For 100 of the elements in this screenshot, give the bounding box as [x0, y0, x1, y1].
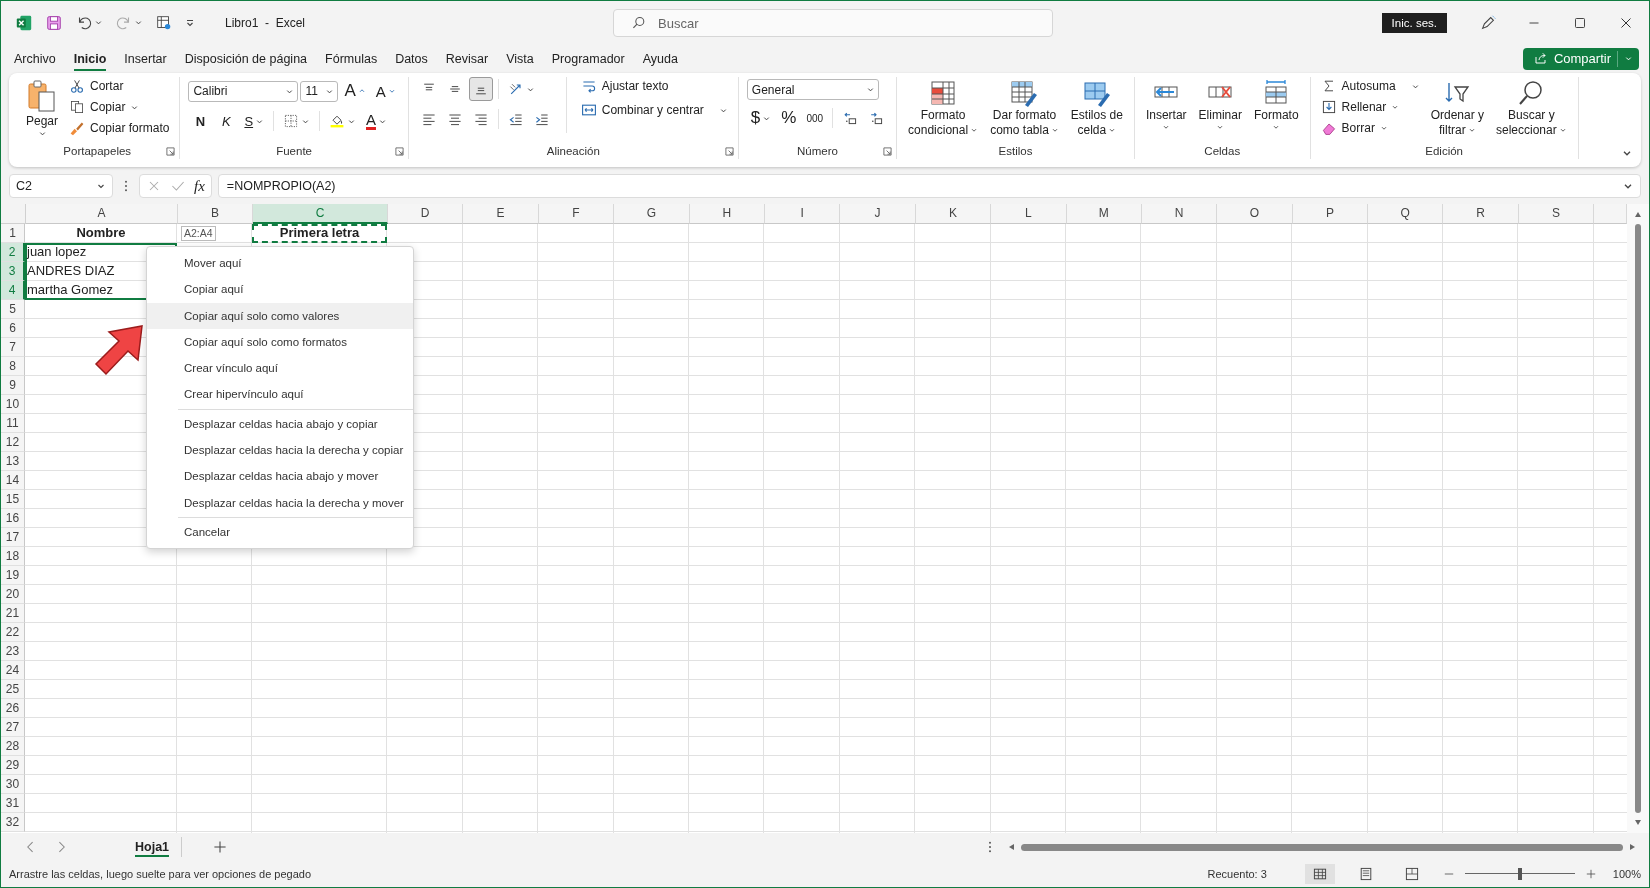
- menu-item[interactable]: Crear vínculo aquí: [147, 355, 413, 382]
- row-header[interactable]: 10: [1, 395, 25, 414]
- style-button[interactable]: Estilos de celda: [1067, 77, 1126, 139]
- row-header[interactable]: 8: [1, 357, 25, 376]
- row-header[interactable]: 2: [1, 243, 25, 262]
- ribbon-tab[interactable]: Insertar: [115, 46, 176, 71]
- row-header[interactable]: 9: [1, 376, 25, 395]
- column-header[interactable]: B: [178, 204, 253, 224]
- menu-item[interactable]: Copiar aquí solo como formatos: [147, 328, 413, 356]
- column-header[interactable]: C: [253, 204, 388, 224]
- row-header[interactable]: 4: [1, 281, 25, 300]
- bold-button[interactable]: N: [188, 109, 213, 133]
- clear-button[interactable]: Borrar: [1318, 119, 1422, 137]
- dialog-launcher-icon[interactable]: [724, 146, 734, 156]
- ribbon-tab[interactable]: Disposición de página: [175, 46, 317, 71]
- percent-button[interactable]: %: [777, 106, 801, 130]
- align-bottom-button[interactable]: [468, 77, 493, 101]
- row-header[interactable]: 23: [1, 642, 25, 661]
- column-header[interactable]: L: [991, 204, 1067, 224]
- menu-item[interactable]: Cancelar: [147, 518, 413, 546]
- row-header[interactable]: 21: [1, 604, 25, 623]
- ribbon-tab[interactable]: Datos: [386, 46, 437, 71]
- dialog-launcher-icon[interactable]: [166, 146, 176, 156]
- currency-button[interactable]: $: [746, 106, 776, 130]
- cells-button[interactable]: Insertar: [1142, 77, 1190, 133]
- row-header[interactable]: 16: [1, 509, 25, 528]
- row-header[interactable]: 31: [1, 794, 25, 813]
- column-header[interactable]: R: [1443, 204, 1519, 224]
- zoom-in-icon[interactable]: [1584, 868, 1597, 880]
- menu-item[interactable]: Desplazar celdas hacia abajo y mover: [147, 463, 413, 490]
- font-color-button[interactable]: A: [362, 109, 392, 133]
- menu-item[interactable]: Crear hipervínculo aquí: [147, 381, 413, 408]
- cells-button[interactable]: Formato: [1250, 77, 1302, 133]
- column-header[interactable]: H: [689, 204, 765, 224]
- insert-function-button[interactable]: fx: [194, 177, 205, 195]
- menu-item[interactable]: Copiar aquí: [147, 276, 413, 303]
- row-header[interactable]: 17: [1, 528, 25, 547]
- row-header[interactable]: 22: [1, 623, 25, 642]
- row-header[interactable]: 18: [1, 547, 25, 566]
- row-header[interactable]: 6: [1, 319, 25, 338]
- sheet-tab[interactable]: Hoja1: [123, 837, 183, 857]
- add-sheet-icon[interactable]: [212, 839, 229, 855]
- row-header[interactable]: 12: [1, 433, 25, 452]
- sort-filter-button[interactable]: Ordenar y filtrar: [1427, 77, 1487, 139]
- style-button[interactable]: Formato condicional: [905, 77, 982, 139]
- column-header[interactable]: O: [1217, 204, 1293, 224]
- row-header[interactable]: 24: [1, 661, 25, 680]
- style-button[interactable]: Dar formato como tabla: [987, 77, 1062, 139]
- formula-field[interactable]: =NOMPROPIO(A2): [217, 174, 1641, 198]
- row-header[interactable]: 14: [1, 471, 25, 490]
- dialog-launcher-icon[interactable]: [883, 146, 893, 156]
- shrink-font-button[interactable]: A: [371, 79, 400, 103]
- row-header[interactable]: 19: [1, 566, 25, 585]
- ribbon-tab[interactable]: Fórmulas: [316, 46, 387, 71]
- italic-button[interactable]: K: [214, 109, 239, 133]
- customize-caret-icon[interactable]: [185, 17, 195, 28]
- column-header[interactable]: I: [764, 204, 841, 224]
- row-header[interactable]: 30: [1, 775, 25, 794]
- number-format-dropdown[interactable]: General: [746, 79, 879, 100]
- menu-item[interactable]: Desplazar celdas hacia la derecha y copiar: [147, 437, 413, 464]
- column-header[interactable]: D: [388, 204, 464, 224]
- row-header[interactable]: 25: [1, 680, 25, 699]
- menu-item[interactable]: Copiar aquí solo como valores: [147, 302, 413, 329]
- column-header[interactable]: J: [840, 204, 916, 224]
- column-header[interactable]: A: [26, 204, 178, 224]
- row-header[interactable]: 32: [1, 813, 25, 832]
- search-field[interactable]: Buscar: [613, 9, 1053, 37]
- ribbon-tab[interactable]: Programador: [542, 46, 634, 71]
- column-header[interactable]: G: [614, 204, 690, 224]
- form-icon[interactable]: [155, 13, 173, 32]
- menu-item[interactable]: Desplazar celdas hacia la derecha y mover: [147, 489, 413, 516]
- normal-view-button[interactable]: [1304, 864, 1335, 884]
- font-size-dropdown[interactable]: 11: [300, 80, 339, 102]
- ribbon-tab[interactable]: Archivo: [5, 46, 65, 71]
- ribbon-tab[interactable]: Vista: [497, 46, 543, 71]
- ribbon-tab[interactable]: Revisar: [436, 46, 498, 71]
- column-header[interactable]: F: [538, 204, 615, 224]
- column-header[interactable]: E: [463, 204, 539, 224]
- row-header[interactable]: 27: [1, 718, 25, 737]
- row-header[interactable]: 20: [1, 585, 25, 604]
- copy-button[interactable]: Copiar: [67, 98, 172, 116]
- ribbon-tab[interactable]: Inicio: [64, 46, 116, 71]
- format-painter-button[interactable]: Copiar formato: [67, 119, 172, 137]
- sign-in-button[interactable]: Inic. ses.: [1381, 12, 1447, 33]
- fill-button[interactable]: Rellenar: [1318, 98, 1422, 116]
- wrap-text-button[interactable]: Ajustar texto: [578, 77, 730, 95]
- row-header[interactable]: 26: [1, 699, 25, 718]
- row-header[interactable]: 5: [1, 300, 25, 319]
- row-header[interactable]: 15: [1, 490, 25, 509]
- underline-button[interactable]: S: [240, 109, 269, 133]
- row-header[interactable]: 29: [1, 756, 25, 775]
- name-box[interactable]: C2: [9, 174, 113, 198]
- menu-item[interactable]: Mover aquí: [147, 250, 413, 277]
- dialog-launcher-icon[interactable]: [394, 146, 404, 156]
- row-header[interactable]: 7: [1, 338, 25, 357]
- column-header[interactable]: Q: [1368, 204, 1444, 224]
- cut-button[interactable]: Cortar: [67, 77, 172, 95]
- find-select-button[interactable]: Buscar y seleccionar: [1493, 77, 1570, 139]
- pen-icon[interactable]: [1479, 13, 1497, 32]
- row-header[interactable]: 13: [1, 452, 25, 471]
